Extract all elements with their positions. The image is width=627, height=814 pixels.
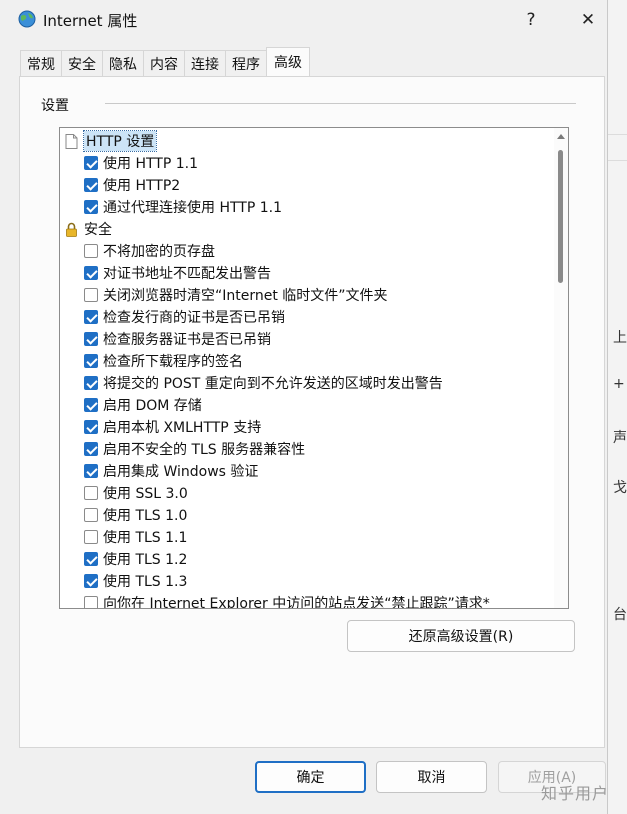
setting-option-label: 使用 TLS 1.3 (103, 574, 188, 590)
setting-option[interactable]: 使用 TLS 1.0 (84, 504, 187, 526)
setting-option[interactable]: 关闭浏览器时清空“Internet 临时文件”文件夹 (84, 284, 388, 306)
settings-group-label: 设置 (41, 98, 69, 114)
tab-privacy[interactable]: 隐私 (102, 50, 144, 76)
checkbox-checked[interactable] (84, 354, 98, 368)
checkbox-checked[interactable] (84, 178, 98, 192)
checkbox-unchecked[interactable] (84, 288, 98, 302)
setting-option-label: 使用 HTTP 1.1 (103, 156, 198, 172)
checkbox-unchecked[interactable] (84, 596, 98, 608)
setting-option[interactable]: 启用本机 XMLHTTP 支持 (84, 416, 261, 438)
checkbox-checked[interactable] (84, 156, 98, 170)
tab-security[interactable]: 安全 (61, 50, 103, 76)
tab-connections[interactable]: 连接 (184, 50, 226, 76)
internet-properties-dialog: Internet 属性 ? ✕ 常规 安全 隐私 内容 连接 程序 高级 设置 … (0, 0, 608, 814)
setting-option-label: 使用 HTTP2 (103, 178, 181, 194)
setting-option-label: 检查所下载程序的签名 (103, 354, 243, 370)
checkbox-checked[interactable] (84, 464, 98, 478)
setting-option-label: 启用集成 Windows 验证 (103, 464, 259, 480)
cancel-button[interactable]: 取消 (376, 761, 487, 793)
checkbox-checked[interactable] (84, 332, 98, 346)
setting-option[interactable]: 检查服务器证书是否已吊销 (84, 328, 271, 350)
scroll-up-arrow-icon[interactable] (557, 134, 565, 139)
background-text: 戈 (613, 480, 627, 496)
setting-option-label: 通过代理连接使用 HTTP 1.1 (103, 200, 282, 216)
background-text: 上 (613, 330, 627, 346)
setting-option-label: 对证书地址不匹配发出警告 (103, 266, 271, 282)
setting-option[interactable]: 使用 TLS 1.1 (84, 526, 187, 548)
settings-tree[interactable]: 向你在 Internet Explorer 中访问的站点发送“禁止跟踪”请求* 使… (59, 127, 569, 609)
tree-category-header[interactable]: HTTP 设置 (65, 130, 158, 152)
setting-option[interactable]: 启用集成 Windows 验证 (84, 460, 258, 482)
tab-programs[interactable]: 程序 (225, 50, 267, 76)
checkbox-unchecked[interactable] (84, 508, 98, 522)
checkbox-checked[interactable] (84, 376, 98, 390)
setting-option[interactable]: 使用 SSL 3.0 (84, 482, 188, 504)
watermark-text: 知乎用户 (540, 784, 609, 803)
checkbox-checked[interactable] (84, 574, 98, 588)
setting-option-label: 使用 TLS 1.2 (103, 552, 188, 568)
close-button[interactable]: ✕ (570, 6, 606, 34)
setting-option[interactable]: 通过代理连接使用 HTTP 1.1 (84, 196, 282, 218)
help-button[interactable]: ? (513, 6, 549, 34)
background-divider (607, 160, 627, 161)
lock-icon (66, 222, 77, 237)
setting-option-label: 关闭浏览器时清空“Internet 临时文件”文件夹 (103, 288, 388, 304)
setting-option-label: 使用 TLS 1.1 (103, 530, 188, 546)
background-app-strip: 上 + 声 戈 台 (607, 0, 627, 814)
tab-general[interactable]: 常规 (20, 50, 62, 76)
ok-button[interactable]: 确定 (255, 761, 366, 793)
setting-option[interactable]: 使用 HTTP2 (84, 174, 180, 196)
setting-option-label: 检查发行商的证书是否已吊销 (103, 310, 285, 326)
setting-option[interactable]: 使用 HTTP 1.1 (84, 152, 198, 174)
setting-option-label: 检查服务器证书是否已吊销 (103, 332, 271, 348)
setting-option[interactable]: 启用不安全的 TLS 服务器兼容性 (84, 438, 305, 460)
tab-advanced[interactable]: 高级 (266, 47, 310, 76)
background-text: 台 (613, 607, 627, 623)
checkbox-checked[interactable] (84, 398, 98, 412)
page-icon (65, 133, 78, 149)
background-text: + (613, 376, 625, 392)
vertical-scrollbar[interactable] (554, 128, 568, 608)
checkbox-unchecked[interactable] (84, 244, 98, 258)
setting-option[interactable]: 使用 TLS 1.2 (84, 548, 187, 570)
group-divider (105, 103, 576, 104)
checkbox-checked[interactable] (84, 200, 98, 214)
setting-option[interactable]: 检查所下载程序的签名 (84, 350, 243, 372)
checkbox-unchecked[interactable] (84, 530, 98, 544)
tree-category-header[interactable]: 安全 (65, 218, 112, 240)
setting-option-label: 启用不安全的 TLS 服务器兼容性 (103, 442, 306, 458)
tab-strip: 常规 安全 隐私 内容 连接 程序 高级 (20, 47, 310, 77)
setting-option[interactable]: 检查发行商的证书是否已吊销 (84, 306, 285, 328)
setting-option[interactable]: 使用 TLS 1.3 (84, 570, 187, 592)
setting-option-label: 启用本机 XMLHTTP 支持 (103, 420, 262, 436)
scrollbar-thumb[interactable] (558, 150, 563, 283)
restore-advanced-button[interactable]: 还原高级设置(R) (347, 620, 575, 652)
checkbox-checked[interactable] (84, 420, 98, 434)
setting-option-label: 使用 SSL 3.0 (103, 486, 188, 502)
background-text: 声 (613, 430, 627, 446)
setting-option-label: 将提交的 POST 重定向到不允许发送的区域时发出警告 (103, 376, 443, 392)
checkbox-checked[interactable] (84, 266, 98, 280)
setting-option[interactable]: 不将加密的页存盘 (84, 240, 215, 262)
internet-globe-icon (18, 10, 36, 28)
advanced-tab-panel: 设置 向你在 Internet Explorer 中访问的站点发送“禁止跟踪”请… (19, 76, 605, 748)
tree-category-label: HTTP 设置 (82, 130, 158, 152)
tab-content[interactable]: 内容 (143, 50, 185, 76)
setting-option[interactable]: 对证书地址不匹配发出警告 (84, 262, 271, 284)
checkbox-checked[interactable] (84, 310, 98, 324)
setting-option[interactable]: 向你在 Internet Explorer 中访问的站点发送“禁止跟踪”请求* (84, 592, 490, 609)
setting-option-label: 不将加密的页存盘 (103, 244, 215, 260)
window-title: Internet 属性 (43, 12, 138, 30)
tree-category-label: 安全 (84, 222, 112, 238)
setting-option-label: 启用 DOM 存储 (103, 398, 202, 414)
setting-option-label: 向你在 Internet Explorer 中访问的站点发送“禁止跟踪”请求* (103, 596, 490, 609)
background-divider (607, 134, 627, 135)
setting-option-label: 使用 TLS 1.0 (103, 508, 188, 524)
checkbox-checked[interactable] (84, 442, 98, 456)
title-bar[interactable]: Internet 属性 ? ✕ (0, 0, 607, 40)
checkbox-unchecked[interactable] (84, 486, 98, 500)
setting-option[interactable]: 启用 DOM 存储 (84, 394, 202, 416)
setting-option[interactable]: 将提交的 POST 重定向到不允许发送的区域时发出警告 (84, 372, 443, 394)
checkbox-checked[interactable] (84, 552, 98, 566)
